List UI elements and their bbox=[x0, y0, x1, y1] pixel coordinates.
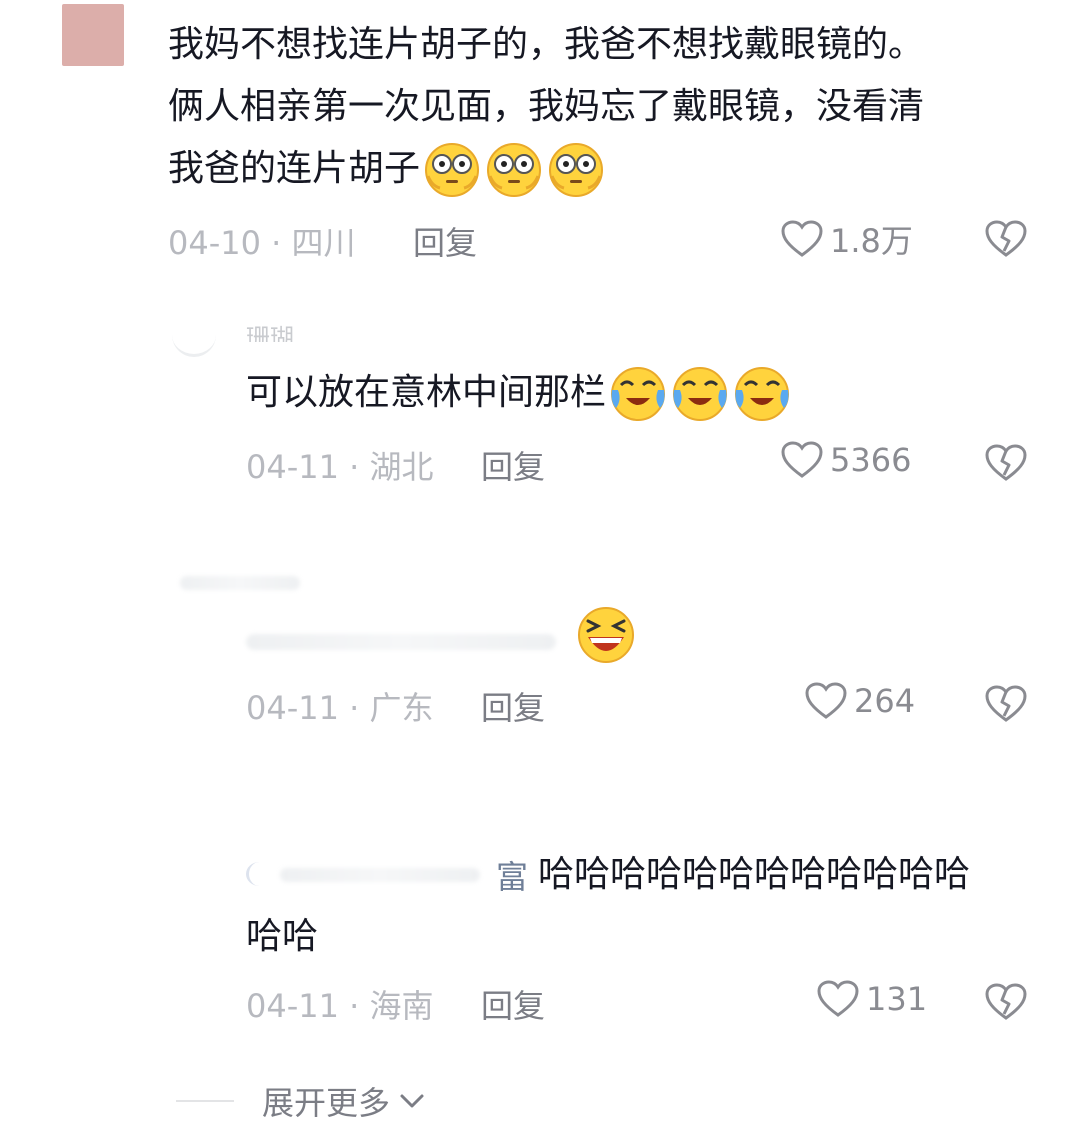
broken-heart-icon bbox=[985, 685, 1027, 722]
comment-text-row: 可以放在意林中间那栏 bbox=[246, 362, 792, 424]
comment-text-line: 哈哈哈哈哈哈哈哈哈哈哈哈 bbox=[538, 854, 971, 895]
like-count: 264 bbox=[854, 682, 916, 720]
flushed-face-icon bbox=[487, 143, 542, 197]
reply-button[interactable]: 回复 bbox=[413, 218, 477, 264]
heart-icon bbox=[817, 980, 859, 1017]
reply-button[interactable]: 回复 bbox=[481, 442, 545, 488]
comment-text-row: 我爸的连片胡子 bbox=[168, 138, 606, 200]
dislike-button[interactable] bbox=[984, 982, 1028, 1026]
like-button[interactable]: 264 bbox=[804, 681, 915, 721]
comment-text-line: 可以放在意林中间那栏 bbox=[246, 372, 607, 413]
comment-text-line: 我爸的连片胡子 bbox=[168, 148, 421, 189]
comment-emoji bbox=[576, 605, 636, 669]
avatar[interactable] bbox=[172, 332, 216, 357]
heart-icon bbox=[805, 682, 847, 719]
laugh-cry-face-icon bbox=[673, 367, 728, 421]
like-count: 5366 bbox=[830, 441, 912, 479]
username[interactable]: 富 bbox=[496, 846, 528, 908]
reply-button[interactable]: 回复 bbox=[481, 981, 545, 1027]
dislike-button[interactable] bbox=[984, 443, 1028, 487]
heart-icon bbox=[781, 220, 823, 257]
redacted-text bbox=[246, 634, 556, 650]
like-button[interactable]: 1.8万 bbox=[780, 216, 913, 262]
broken-heart-icon bbox=[985, 220, 1027, 257]
like-count: 131 bbox=[866, 980, 928, 1018]
chevron-down-icon bbox=[400, 1094, 424, 1108]
comment-text-line: 我妈不想找连片胡子的，我爸不想找戴眼镜的。 bbox=[168, 24, 925, 65]
comment-date: 04-10 · 四川 bbox=[168, 224, 356, 262]
expand-more-label: 展开更多 bbox=[262, 1084, 391, 1122]
grinning-squint-face-icon bbox=[578, 607, 634, 663]
avatar[interactable] bbox=[246, 862, 273, 886]
redacted-username bbox=[280, 868, 480, 882]
expand-more-button[interactable]: 展开更多 bbox=[176, 1078, 426, 1124]
emoji-group bbox=[608, 364, 792, 422]
avatar[interactable] bbox=[62, 4, 124, 66]
comment-text-line: 俩人相亲第一次见面，我妈忘了戴眼镜，没看清 bbox=[168, 86, 925, 127]
like-button[interactable]: 5366 bbox=[780, 440, 911, 480]
emoji-group bbox=[422, 140, 606, 198]
divider-line bbox=[176, 1100, 234, 1102]
flushed-face-icon bbox=[549, 143, 604, 197]
broken-heart-icon bbox=[985, 444, 1027, 481]
dislike-button[interactable] bbox=[984, 219, 1028, 263]
laugh-cry-face-icon bbox=[735, 367, 790, 421]
comment-date: 04-11 · 广东 bbox=[246, 689, 434, 727]
username[interactable]: 珊瑚 bbox=[246, 318, 294, 342]
like-count: 1.8万 bbox=[830, 222, 913, 260]
dislike-button[interactable] bbox=[984, 684, 1028, 728]
laugh-cry-face-icon bbox=[611, 367, 666, 421]
like-button[interactable]: 131 bbox=[816, 979, 927, 1019]
broken-heart-icon bbox=[985, 983, 1027, 1020]
redacted-avatar[interactable] bbox=[180, 576, 300, 590]
reply-button[interactable]: 回复 bbox=[481, 683, 545, 729]
flushed-face-icon bbox=[425, 143, 480, 197]
comment-text-line: 哈哈 bbox=[246, 916, 319, 957]
heart-icon bbox=[781, 441, 823, 478]
comment-date: 04-11 · 湖北 bbox=[246, 448, 434, 486]
comment-date: 04-11 · 海南 bbox=[246, 987, 434, 1025]
